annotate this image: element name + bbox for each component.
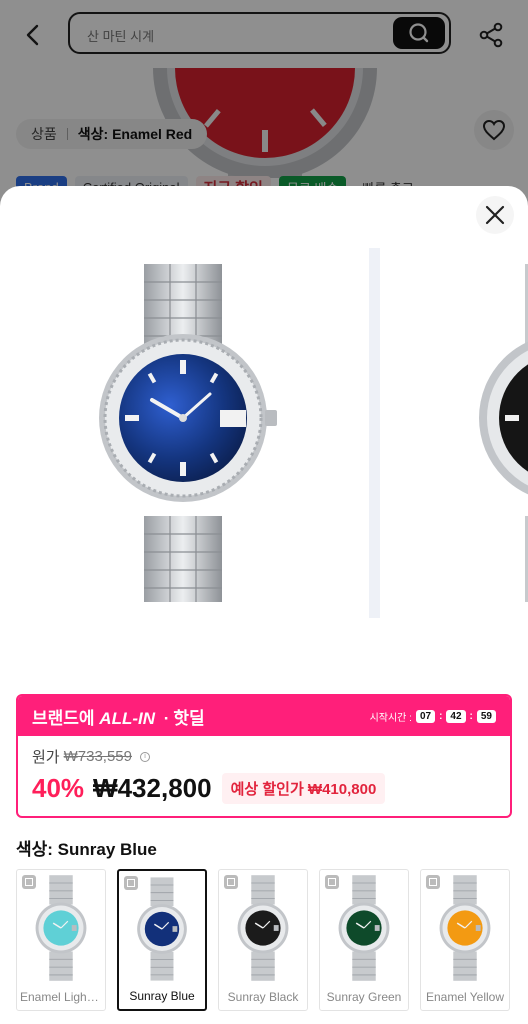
color-option-name: Enamel Light ... <box>20 990 104 1004</box>
color-option-card[interactable]: Sunray Black <box>218 869 308 1011</box>
hot-deal-header: 브랜드에 ALL-IN · 핫딜 시작시간 : 07 : 42 : 59 <box>18 696 510 736</box>
hot-deal-panel: 브랜드에 ALL-IN · 핫딜 시작시간 : 07 : 42 : 59 원가 ₩… <box>16 694 512 818</box>
checkbox-icon[interactable] <box>426 875 440 889</box>
checkbox-icon[interactable] <box>124 876 138 890</box>
selected-color-title: 색상: Sunray Blue <box>16 840 157 859</box>
original-price: ₩733,559 <box>63 748 132 765</box>
checkbox-icon[interactable] <box>224 875 238 889</box>
color-option-card[interactable]: Sunray Green <box>319 869 409 1011</box>
hot-deal-title: 브랜드에 ALL-IN · 핫딜 <box>32 704 205 729</box>
color-option-card[interactable]: Enamel Yellow <box>420 869 510 1011</box>
hot-deal-title-prefix: 브랜드에 <box>32 708 95 728</box>
discount-rate: 40% <box>32 773 85 803</box>
sale-price-row: 40% ₩432,800 예상 할인가 ₩410,800 <box>32 773 496 804</box>
color-option-name: Sunray Green <box>326 990 402 1004</box>
close-icon[interactable] <box>476 196 514 234</box>
color-option-card[interactable]: Enamel Light ... <box>16 869 106 1011</box>
color-option-card[interactable]: Sunray Blue <box>117 869 207 1011</box>
hot-deal-title-dot: · <box>163 708 170 728</box>
color-option-name: Sunray Black <box>227 990 299 1004</box>
timer-minutes: 42 <box>446 709 466 723</box>
timer-seconds: 59 <box>476 709 496 723</box>
hot-deal-title-suffix: 핫딜 <box>173 708 205 728</box>
checkbox-icon[interactable] <box>325 875 339 889</box>
hot-deal-title-allin: ALL-IN <box>99 708 156 728</box>
gallery-image-sunray-blue <box>0 248 369 618</box>
option-bottom-sheet: 브랜드에 ALL-IN · 핫딜 시작시간 : 07 : 42 : 59 원가 ₩… <box>0 186 528 1024</box>
countdown-timer: 시작시간 : 07 : 42 : 59 <box>370 709 496 724</box>
hot-deal-body: 원가 ₩733,559 i 40% ₩432,800 예상 할인가 ₩410,8… <box>18 736 510 814</box>
image-gallery[interactable] <box>0 248 528 618</box>
timer-hours: 07 <box>415 709 436 723</box>
color-option-name: Sunray Blue <box>129 989 195 1003</box>
estimated-discount-price: 예상 할인가 ₩410,800 <box>221 773 386 804</box>
gallery-image-sunray-black <box>380 248 528 618</box>
info-icon[interactable]: i <box>140 751 150 762</box>
color-option-name: Enamel Yellow <box>425 990 505 1004</box>
checkbox-icon[interactable] <box>22 875 36 889</box>
sale-price: ₩432,800 <box>93 773 212 803</box>
timer-label: 시작시간 : <box>369 712 412 724</box>
original-price-row: 원가 ₩733,559 i <box>32 746 496 767</box>
original-price-label: 원가 <box>32 749 60 766</box>
